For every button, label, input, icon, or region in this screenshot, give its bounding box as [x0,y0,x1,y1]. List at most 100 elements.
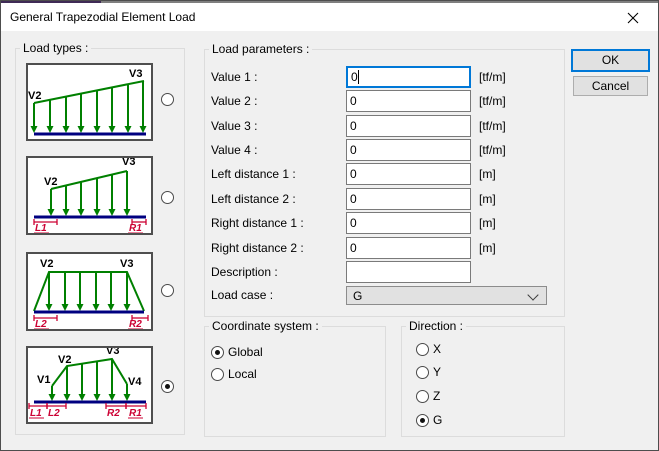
direction-y-label[interactable]: Y [433,365,441,379]
direction-z-label[interactable]: Z [433,389,440,403]
load-types-group-label: Load types : [20,41,91,55]
load-arrowhead [109,126,116,133]
diagram-value-label: V2 [44,176,57,188]
value-1-unit: [tf/m] [479,66,506,88]
load-parameters-group-label: Load parameters : [209,42,312,56]
load-type-diagram-2[interactable]: V2V3L1R1 [26,156,153,235]
load-arrowhead [47,126,54,133]
load-arrowhead [109,394,116,401]
diagram-value-label: V2 [40,258,53,270]
diagram-value-label: V3 [120,258,133,270]
direction-x-label[interactable]: X [433,342,441,356]
direction-x-radio[interactable] [416,343,429,356]
load-case-dropdown[interactable]: G [346,286,547,305]
load-arrowhead [49,394,56,401]
left-distance-2-unit: [m] [479,188,496,210]
diagram-value-label: V3 [129,68,142,80]
value-3-unit: [tf/m] [479,115,506,137]
left-distance-1-label: Left distance 1 : [211,163,296,185]
ok-button[interactable]: OK [571,49,650,72]
load-arrowhead [63,209,70,216]
diagram-dim-label: L2 [35,319,47,329]
left-distance-2-label: Left distance 2 : [211,188,296,210]
description-input[interactable] [346,261,471,283]
load-arrowhead [46,304,53,311]
right-distance-2-label: Right distance 2 : [211,237,304,259]
load-type-diagram-1[interactable]: V2V3 [26,63,153,141]
direction-z-radio[interactable] [416,390,429,403]
load-type-diagram-3[interactable]: V2 V3 L2 R2 [26,252,153,331]
value-4-unit: [tf/m] [479,139,506,161]
value-2-input[interactable] [346,90,471,112]
load-type-radio-4[interactable] [161,380,174,393]
coordinate-global-radio[interactable] [211,346,224,359]
diagram-dim-label: R2 [107,408,120,419]
window-title: General Trapezodial Element Load [10,10,195,24]
load-profile-line [51,171,127,189]
value-4-input[interactable] [346,139,471,161]
load-arrowhead [124,394,131,401]
load-arrowhead [63,126,70,133]
load-type-radio-3[interactable] [161,284,174,297]
load-arrowhead [93,304,100,311]
load-arrowhead [124,304,131,311]
load-arrowhead [79,394,86,401]
load-arrowhead [78,209,85,216]
value-3-label: Value 3 : [211,115,257,137]
diagram-dim-label: L1 [35,223,47,233]
value-2-label: Value 2 : [211,90,257,112]
left-distance-2-input[interactable] [346,188,471,210]
coordinate-system-group-label: Coordinate system : [209,319,322,333]
load-arrowhead [108,304,115,311]
value-1-input[interactable] [346,66,471,88]
diagram-dim-label: R2 [129,319,142,329]
diagram-dim-label: R1 [129,223,142,233]
right-distance-2-unit: [m] [479,237,496,259]
load-case-label: Load case : [211,284,273,306]
direction-g-label[interactable]: G [433,413,442,427]
load-arrowhead [94,394,101,401]
load-case-value: G [353,289,362,303]
direction-y-radio[interactable] [416,366,429,379]
load-arrowhead [31,126,38,133]
load-arrowhead [77,304,84,311]
load-arrowhead [109,209,116,216]
diagram-dim-label: L2 [48,408,60,419]
diagram-value-label: V2 [58,354,71,366]
load-arrowhead [78,126,85,133]
direction-g-radio[interactable] [416,414,429,427]
left-distance-1-unit: [m] [479,163,496,185]
load-arrowhead [94,126,101,133]
right-distance-1-unit: [m] [479,212,496,234]
text-caret [358,70,359,84]
diagram-value-label: V3 [106,348,119,357]
chevron-down-icon [527,289,538,300]
value-2-unit: [tf/m] [479,90,506,112]
diagram-value-label: V4 [128,376,142,388]
coordinate-global-label[interactable]: Global [228,345,263,359]
dialog-window: General Trapezodial Element Load Load ty… [0,0,659,451]
direction-group-label: Direction : [406,319,466,333]
close-icon [624,9,642,27]
load-type-radio-1[interactable] [161,93,174,106]
coordinate-local-label[interactable]: Local [228,367,257,381]
load-arrowhead [124,209,131,216]
load-arrowhead [48,209,55,216]
coordinate-local-radio[interactable] [211,368,224,381]
load-arrowhead [94,209,101,216]
cancel-button[interactable]: Cancel [573,76,648,96]
right-distance-2-input[interactable] [346,237,471,259]
diagram-value-label: V1 [37,374,50,386]
load-arrowhead [62,304,69,311]
value-4-label: Value 4 : [211,139,257,161]
title-bar[interactable]: General Trapezodial Element Load [1,3,658,31]
load-arrowhead [64,394,71,401]
diagram-dim-label: R1 [129,408,142,419]
right-distance-1-input[interactable] [346,212,471,234]
load-type-radio-2[interactable] [161,191,174,204]
diagram-dim-label: L1 [30,408,42,419]
left-distance-1-input[interactable] [346,163,471,185]
close-button[interactable] [624,9,642,27]
load-type-diagram-4[interactable]: V1 V2 V3 V4 L1 L2 R2 R1 [26,346,153,424]
value-3-input[interactable] [346,115,471,137]
